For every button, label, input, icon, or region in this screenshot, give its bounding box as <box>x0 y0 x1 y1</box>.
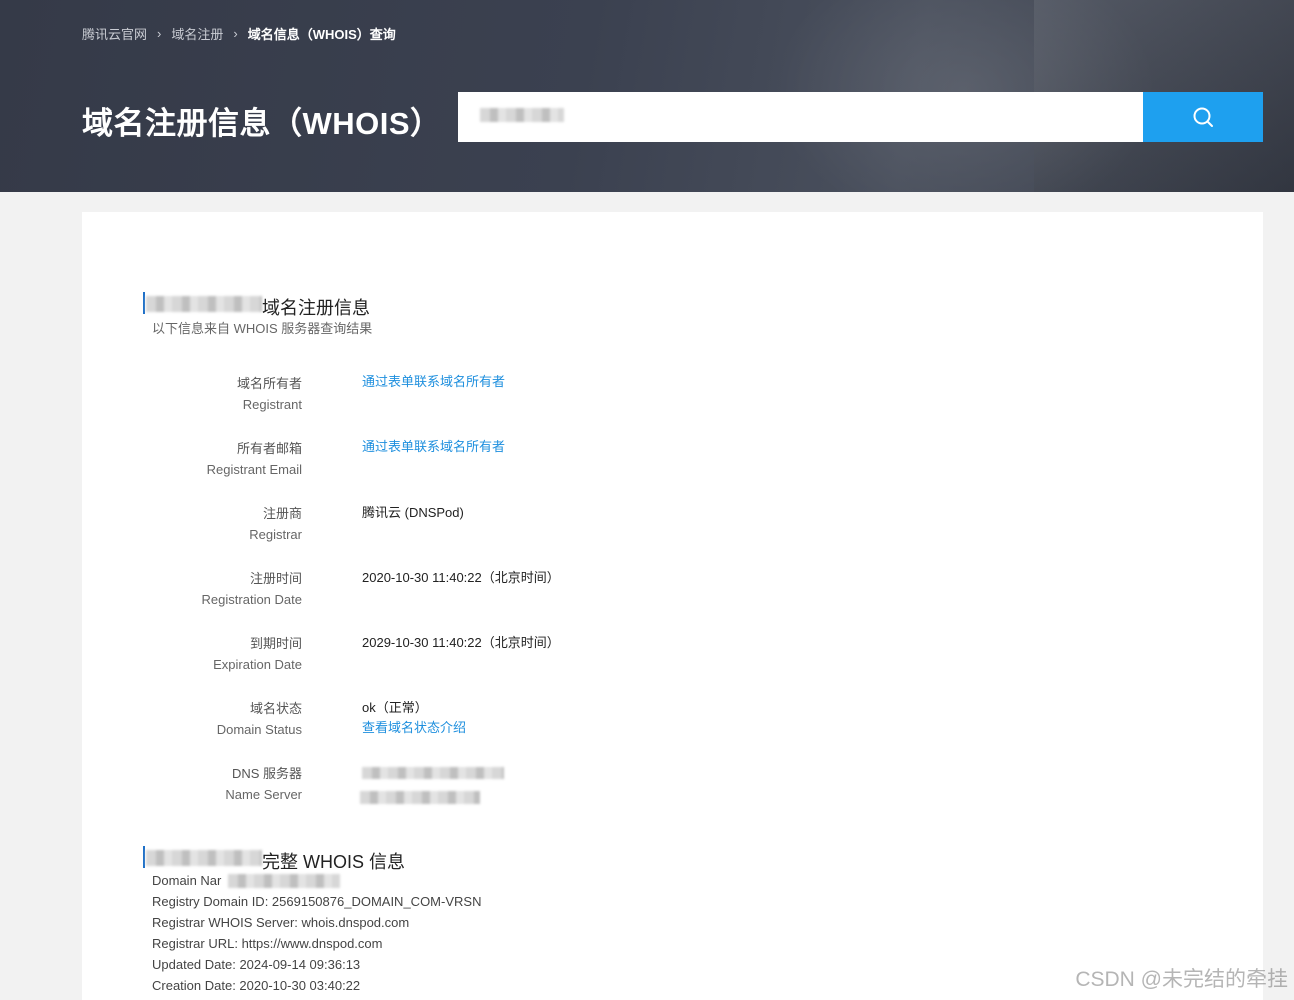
breadcrumb-item-domain-registration[interactable]: 域名注册 <box>171 24 223 43</box>
label-en: Registrar <box>249 527 302 542</box>
label-en: Registration Date <box>201 592 302 607</box>
label-en: Registrant <box>242 397 302 412</box>
registration-date-value: 2020-10-30 11:40:22（北京时间） <box>362 570 560 585</box>
whois-line: Registry Domain ID: 2569150876_DOMAIN_CO… <box>152 894 482 909</box>
chevron-right-icon: › <box>157 26 162 41</box>
contact-owner-link[interactable]: 通过表单联系域名所有者 <box>362 372 505 392</box>
whois-line: Updated Date: 2024-09-14 09:36:13 <box>152 957 361 972</box>
whois-line: Creation Date: 2020-10-30 03:40:22 <box>152 978 361 993</box>
search-button[interactable] <box>1143 92 1263 142</box>
row-label-registrar: 注册商 Registrar <box>142 503 302 545</box>
row-label-name-server: DNS 服务器 Name Server <box>142 763 302 805</box>
registration-section-subtitle: 以下信息来自 WHOIS 服务器查询结果 <box>152 321 373 336</box>
redacted-domain <box>228 874 340 888</box>
label-cn: 域名所有者 <box>236 376 302 391</box>
result-card: 域名注册信息 以下信息来自 WHOIS 服务器查询结果 域名所有者 Regist… <box>82 212 1263 1000</box>
redacted-name-server <box>360 791 480 804</box>
label-en: Expiration Date <box>213 657 302 672</box>
whois-raw-text: Domain Nar Registry Domain ID: 256915087… <box>152 870 481 996</box>
label-cn: 域名状态 <box>249 701 302 716</box>
chevron-right-icon: › <box>233 26 238 41</box>
breadcrumb-item-current: 域名信息（WHOIS）查询 <box>247 27 396 42</box>
section-marker <box>143 292 145 314</box>
page-title: 域名注册信息（WHOIS） <box>82 106 442 141</box>
label-cn: DNS 服务器 <box>231 766 302 781</box>
search-field[interactable] <box>458 92 1144 142</box>
contact-owner-email-link[interactable]: 通过表单联系域名所有者 <box>362 437 505 457</box>
redacted-name-server <box>362 767 504 779</box>
domain-status-value: ok（正常） <box>362 700 428 715</box>
redacted-domain <box>146 850 262 866</box>
section-marker <box>143 846 145 868</box>
label-cn: 注册商 <box>262 506 302 521</box>
label-en: Registrant Email <box>206 462 302 477</box>
search-icon <box>1193 107 1213 127</box>
whois-line: Registrar URL: https://www.dnspod.com <box>152 936 383 951</box>
row-label-expiration-date: 到期时间 Expiration Date <box>142 633 302 675</box>
label-cn: 所有者邮箱 <box>236 441 302 456</box>
label-cn: 注册时间 <box>249 571 302 586</box>
whois-line: Registrar WHOIS Server: whois.dnspod.com <box>152 915 410 930</box>
watermark: CSDN @未完结的牵挂 <box>1075 968 1288 991</box>
redacted-domain <box>146 296 262 312</box>
expiration-date-value: 2029-10-30 11:40:22（北京时间） <box>362 635 560 650</box>
label-en: Name Server <box>225 787 302 802</box>
registrar-value: 腾讯云 (DNSPod) <box>362 505 464 520</box>
row-label-registrant: 域名所有者 Registrant <box>142 373 302 415</box>
row-label-domain-status: 域名状态 Domain Status <box>142 698 302 740</box>
domain-status-info-link[interactable]: 查看域名状态介绍 <box>362 718 466 738</box>
row-label-registrant-email: 所有者邮箱 Registrant Email <box>142 438 302 480</box>
breadcrumb: 腾讯云官网 › 域名注册 › 域名信息（WHOIS）查询 <box>82 24 396 43</box>
redacted-domain <box>480 108 564 122</box>
breadcrumb-item-home[interactable]: 腾讯云官网 <box>82 24 147 43</box>
label-en: Domain Status <box>216 722 302 737</box>
registration-section-title: 域名注册信息 <box>262 298 370 318</box>
label-cn: 到期时间 <box>249 636 302 651</box>
row-label-registration-date: 注册时间 Registration Date <box>142 568 302 610</box>
